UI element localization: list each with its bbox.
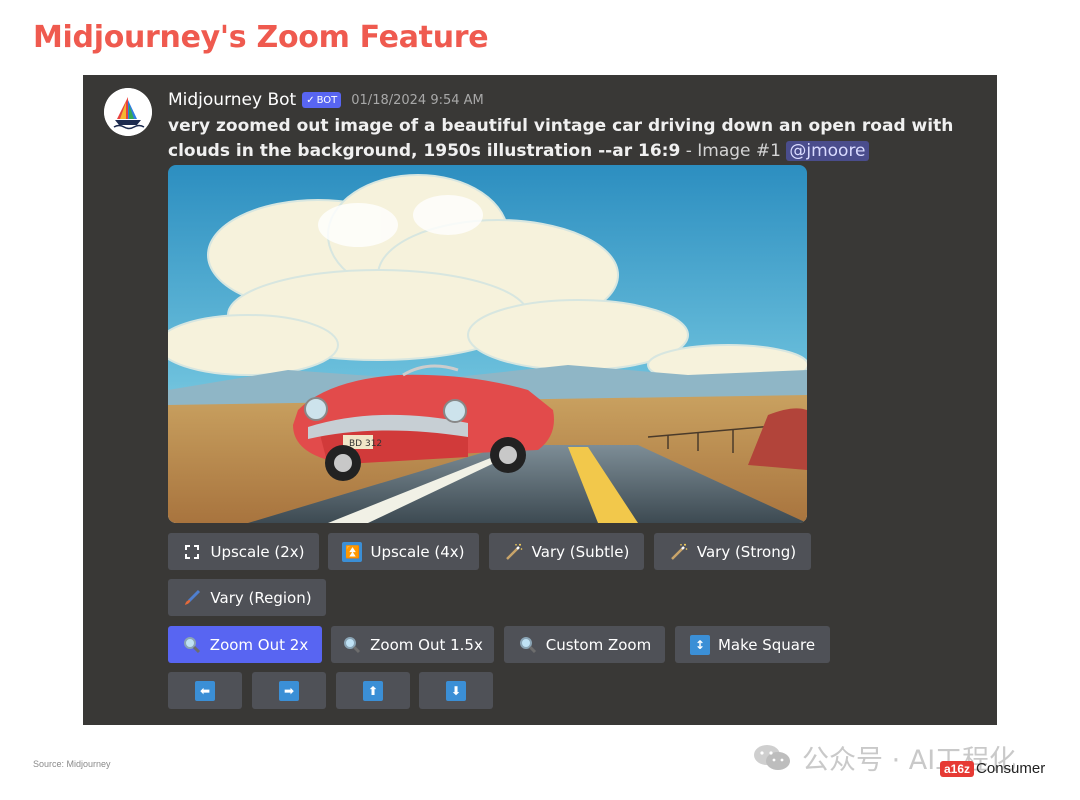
vary-subtle-button[interactable]: Vary (Subtle) bbox=[489, 533, 644, 570]
expand-icon bbox=[182, 542, 202, 562]
button-label: Vary (Strong) bbox=[696, 542, 797, 561]
checkmark-icon: ✓ bbox=[306, 94, 315, 106]
custom-zoom-button[interactable]: Custom Zoom bbox=[504, 626, 665, 663]
message-header: Midjourney Bot ✓ BOT 01/18/2024 9:54 AM bbox=[168, 89, 484, 111]
left-arrow-icon: ⬅ bbox=[195, 680, 215, 701]
arrow-up-box-icon: ⏫ bbox=[342, 541, 363, 562]
magnifier-icon bbox=[518, 635, 538, 655]
source-caption: Source: Midjourney bbox=[33, 759, 111, 769]
up-arrow-icon: ⬆ bbox=[363, 680, 383, 701]
zoom-out-2x-button[interactable]: Zoom Out 2x bbox=[168, 626, 322, 663]
upscale-4x-button[interactable]: ⏫ Upscale (4x) bbox=[328, 533, 479, 570]
make-square-button[interactable]: ↕ Make Square bbox=[675, 626, 830, 663]
button-label: Vary (Region) bbox=[210, 588, 312, 607]
button-label: Make Square bbox=[717, 635, 816, 654]
paintbrush-icon bbox=[182, 588, 202, 608]
brand-text: Consumer bbox=[976, 760, 1046, 777]
vintage-car-illustration: BD 312 bbox=[168, 165, 807, 523]
magnifier-icon bbox=[182, 635, 202, 655]
brand-badge: a16z bbox=[940, 760, 975, 777]
bot-avatar[interactable] bbox=[104, 88, 152, 136]
button-label: Zoom Out 1.5x bbox=[370, 635, 483, 654]
wechat-icon bbox=[752, 742, 792, 774]
zoom-out-1-5x-button[interactable]: Zoom Out 1.5x bbox=[331, 626, 494, 663]
button-label: Custom Zoom bbox=[545, 635, 652, 654]
magic-wand-icon bbox=[504, 542, 524, 562]
pan-left-button[interactable]: ⬅ bbox=[168, 672, 242, 709]
bot-badge: ✓ BOT bbox=[302, 92, 342, 108]
up-down-arrow-icon: ↕ bbox=[689, 634, 710, 655]
upscale-2x-button[interactable]: Upscale (2x) bbox=[168, 533, 319, 570]
magnifier-icon bbox=[342, 635, 362, 655]
right-arrow-icon: ➡ bbox=[279, 680, 299, 701]
pan-down-button[interactable]: ⬇ bbox=[419, 672, 493, 709]
image-number-text: - Image #1 bbox=[680, 141, 787, 161]
button-label: Zoom Out 2x bbox=[209, 635, 309, 654]
license-plate: BD 312 bbox=[349, 439, 382, 449]
down-arrow-icon: ⬇ bbox=[446, 680, 466, 701]
message-timestamp: 01/18/2024 9:54 AM bbox=[351, 92, 484, 108]
vary-region-button[interactable]: Vary (Region) bbox=[168, 579, 326, 616]
slide-title: Midjourney's Zoom Feature bbox=[33, 20, 489, 55]
generated-image[interactable]: BD 312 bbox=[168, 165, 807, 523]
sailboat-logo-icon bbox=[104, 88, 152, 136]
pan-right-button[interactable]: ➡ bbox=[252, 672, 326, 709]
bot-badge-label: BOT bbox=[316, 94, 338, 106]
magic-wand-icon bbox=[669, 542, 689, 562]
button-label: Vary (Subtle) bbox=[531, 542, 630, 561]
button-label: Upscale (4x) bbox=[370, 542, 465, 561]
vary-strong-button[interactable]: Vary (Strong) bbox=[654, 533, 811, 570]
brand-logo: a16z Consumer bbox=[940, 760, 1045, 777]
user-mention[interactable]: @jmoore bbox=[786, 141, 869, 161]
button-label: Upscale (2x) bbox=[210, 542, 305, 561]
author-name[interactable]: Midjourney Bot bbox=[168, 90, 296, 110]
message-body: very zoomed out image of a beautiful vin… bbox=[168, 114, 958, 164]
pan-up-button[interactable]: ⬆ bbox=[336, 672, 410, 709]
